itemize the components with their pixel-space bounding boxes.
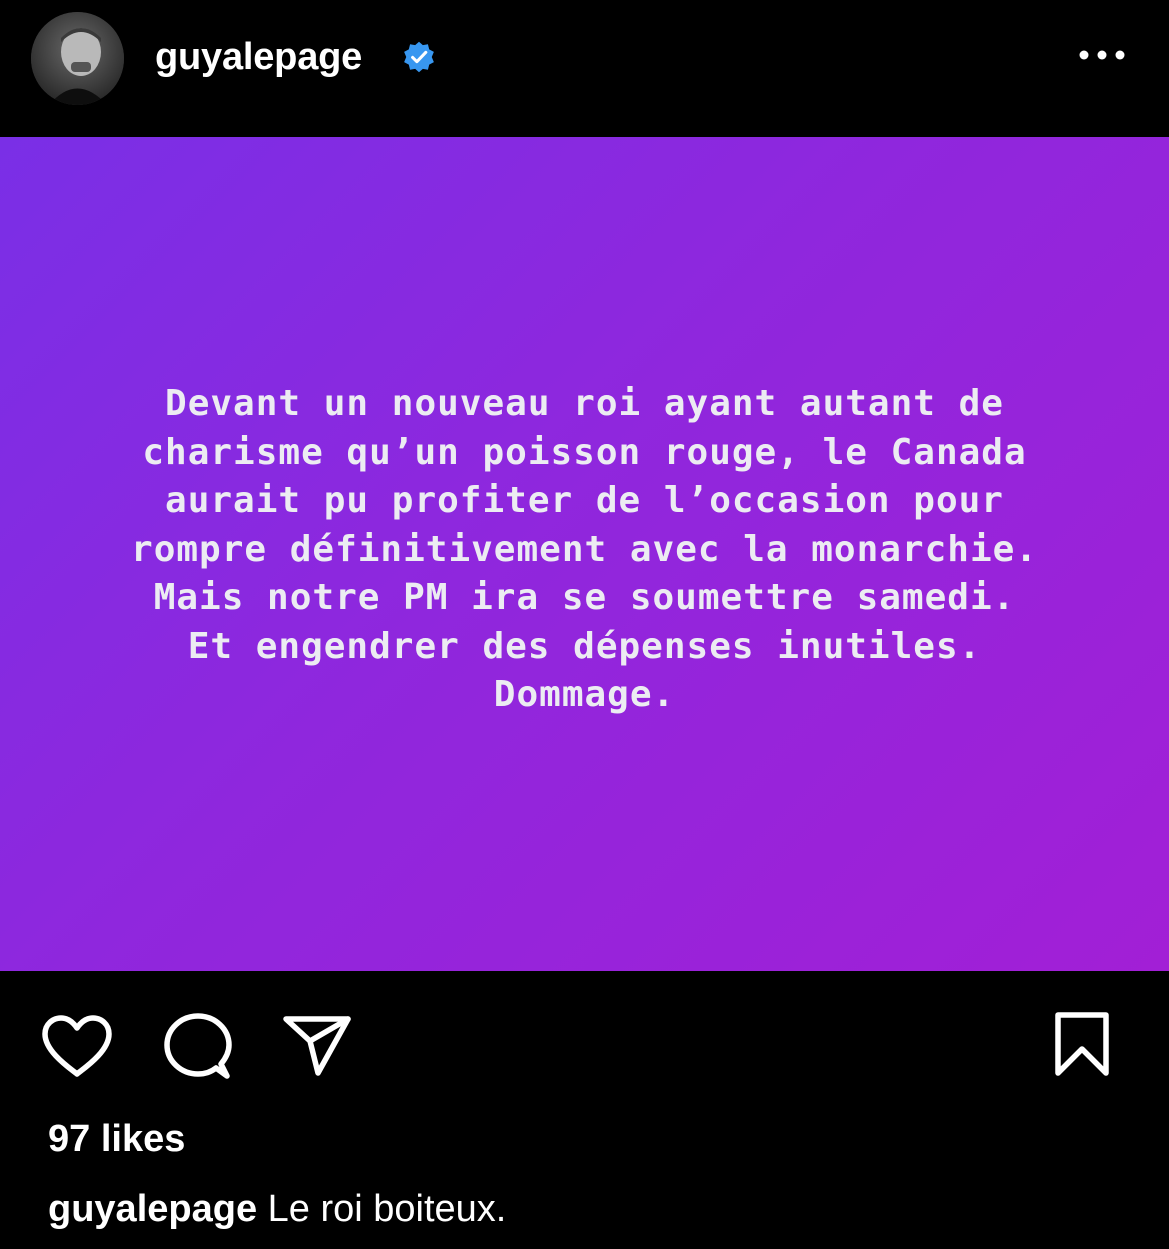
post-text-line: Devant un nouveau roi ayant autant de xyxy=(165,383,1004,424)
post-text-line: aurait pu profiter de l’occasion pour xyxy=(165,480,1004,521)
heart-icon[interactable] xyxy=(41,1014,113,1078)
post-header: guyalepage xyxy=(0,0,1169,137)
comment-icon[interactable] xyxy=(163,1012,233,1082)
bookmark-icon[interactable] xyxy=(1050,1011,1114,1077)
likes-count[interactable]: 97 likes xyxy=(48,1118,185,1161)
post-image-text: Devant un nouveau roi ayant autant de ch… xyxy=(40,380,1129,720)
verified-badge-icon xyxy=(404,41,434,73)
post-text-line: Et engendrer des dépenses inutiles. xyxy=(187,625,982,667)
avatar-photo-icon xyxy=(31,12,124,105)
header-username[interactable]: guyalepage xyxy=(155,36,362,79)
post-text-line: Dommage. xyxy=(493,674,676,715)
paper-plane-icon[interactable] xyxy=(282,1013,352,1077)
post-text-line: rompre définitivement avec la monarchie. xyxy=(131,528,1038,570)
caption-username[interactable]: guyalepage xyxy=(48,1188,257,1230)
more-horizontal-icon[interactable] xyxy=(1074,40,1134,70)
caption-text: Le roi boiteux. xyxy=(267,1188,507,1230)
post-text-line: charisme qu’un poisson rouge, le Canada xyxy=(142,431,1027,473)
post-text-line: Mais notre PM ira se soumettre samedi. xyxy=(153,577,1016,618)
avatar[interactable] xyxy=(31,12,124,105)
instagram-post: guyalepage Devant un nouveau roi ayant a… xyxy=(0,0,1169,1249)
post-image[interactable]: Devant un nouveau roi ayant autant de ch… xyxy=(0,137,1169,971)
caption: guyalepage Le roi boiteux. xyxy=(48,1188,506,1231)
